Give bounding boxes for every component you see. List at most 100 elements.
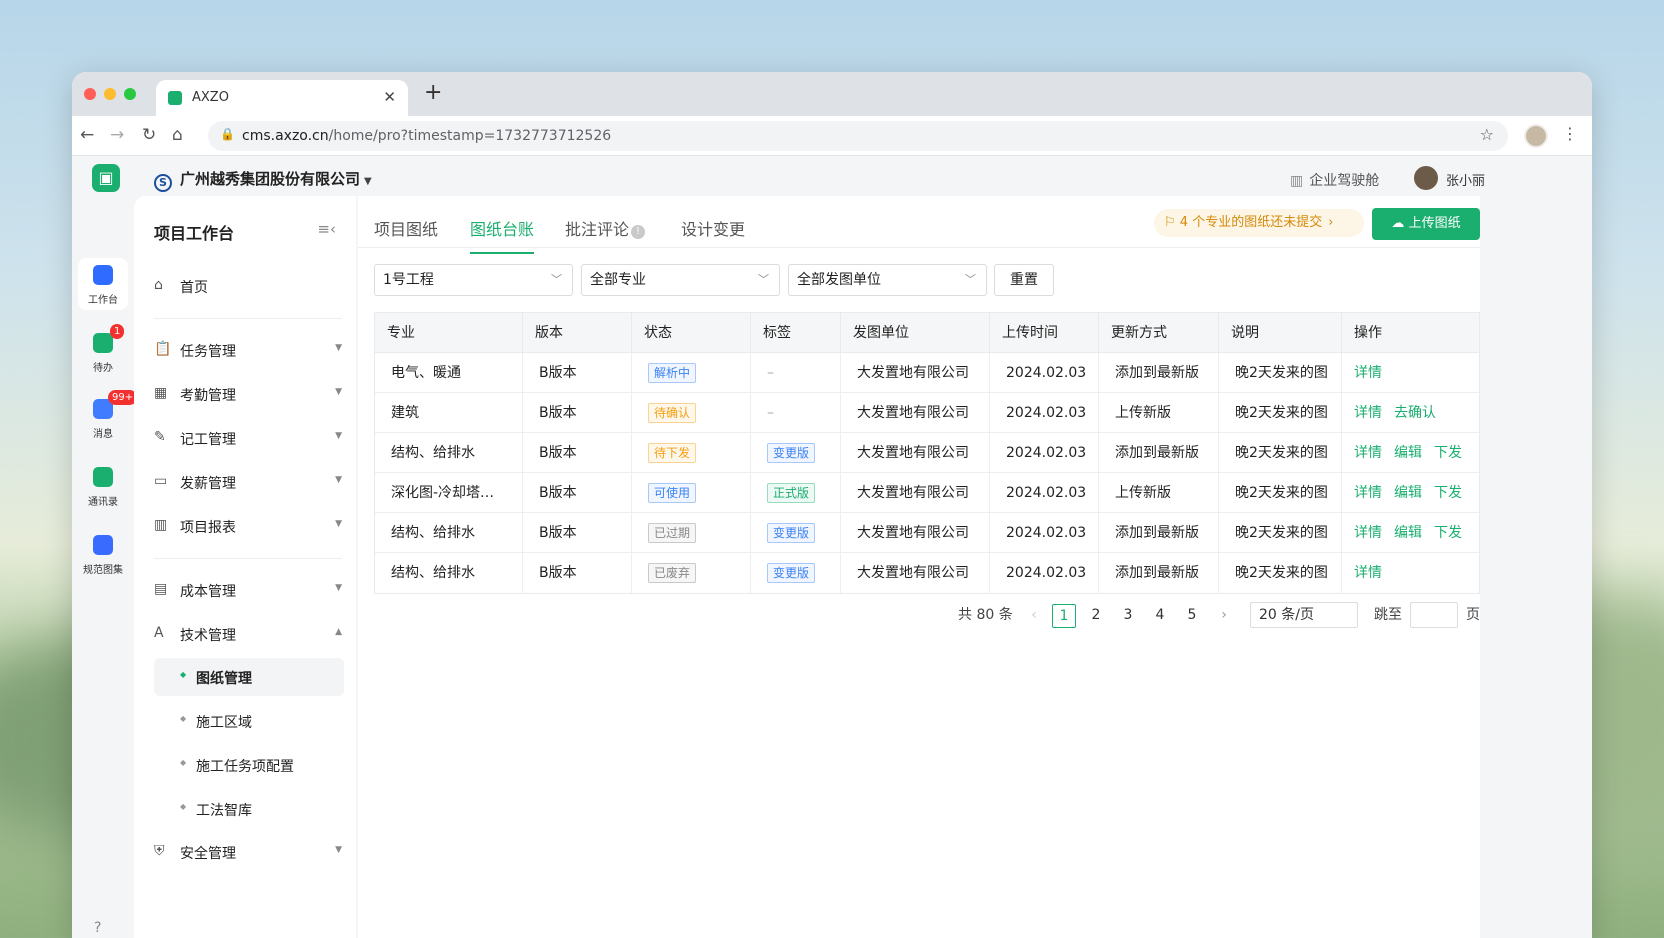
action-link[interactable]: 下发 [1434, 525, 1462, 541]
sidebar-item-safety[interactable]: ⛨ 安全管理 ▼ [154, 832, 344, 872]
table-body: 电气、暖通 B版本 解析中 – 大发置地有限公司 2024.02.03 添加到最新版 晚2天发… [375, 353, 1479, 593]
page-button[interactable]: 5 [1180, 604, 1204, 628]
profile-avatar[interactable] [1524, 124, 1548, 148]
user-avatar[interactable] [1414, 166, 1438, 190]
tab-comments[interactable]: 批注评论! [565, 216, 646, 240]
browser-tab[interactable]: AXZO ✕ [156, 80, 408, 116]
action-link[interactable]: 下发 [1434, 445, 1462, 461]
cell-actions: 详情 [1342, 553, 1481, 593]
discipline-select[interactable]: 全部专业 ﹀ [581, 264, 780, 296]
cell-actions: 详情 编辑 下发 [1342, 513, 1481, 553]
sidebar-item-label: 安全管理 [180, 846, 236, 862]
url-field[interactable]: 🔒 cms.axzo.cn/home/pro?timestamp=1732773… [208, 121, 1508, 151]
close-window-button[interactable] [84, 88, 96, 100]
rail-item-workbench[interactable]: 工作台 [78, 258, 128, 310]
page-button[interactable]: 3 [1116, 604, 1140, 628]
company-selector[interactable]: S 广州越秀集团股份有限公司 ▼ [154, 168, 372, 192]
sidebar-item-worklog[interactable]: ✎ 记工管理 ▼ [154, 418, 344, 458]
cell-status: 解析中 [632, 353, 751, 393]
rail-label: 消息 [93, 429, 113, 440]
rail-item-contacts[interactable]: 通讯录 [78, 460, 128, 512]
rail-item-messages[interactable]: 消息 99+ [78, 390, 138, 444]
action-link[interactable]: 详情 [1354, 445, 1382, 461]
new-tab-icon[interactable]: + [424, 80, 442, 105]
rail-item-standards[interactable]: 规范图集 [78, 528, 128, 580]
sidebar-item-label: 首页 [180, 280, 208, 296]
upload-drawing-button[interactable]: ☁ 上传图纸 [1372, 208, 1480, 240]
back-icon[interactable]: ← [80, 125, 94, 145]
action-link[interactable]: 去确认 [1394, 405, 1436, 421]
help-icon[interactable]: ? [94, 920, 101, 936]
project-select[interactable]: 1号工程 ﹀ [374, 264, 573, 296]
close-tab-icon[interactable]: ✕ [383, 88, 396, 106]
app-logo-icon[interactable]: ▣ [92, 164, 120, 192]
cockpit-link[interactable]: ▥ 企业驾驶舱 [1290, 170, 1379, 190]
chevron-up-icon: ▲ [335, 627, 342, 637]
cell-method: 添加到最新版 [1099, 553, 1219, 593]
sidebar-item-label: 成本管理 [180, 584, 236, 600]
table-row: 结构、给排水 B版本 已废弃 变更版 大发置地有限公司 2024.02.03 添加到最新版晚… [375, 553, 1479, 593]
home-icon[interactable]: ⌂ [172, 125, 183, 145]
action-link[interactable]: 详情 [1354, 565, 1382, 581]
minimize-window-button[interactable] [104, 88, 116, 100]
action-link[interactable]: 下发 [1434, 485, 1462, 501]
cell-version: B版本 [523, 473, 632, 513]
pending-notice[interactable]: ⚐ 4 个专业的图纸还未提交 › [1154, 209, 1364, 237]
action-link[interactable]: 编辑 [1394, 445, 1422, 461]
cell-time: 2024.02.03 [990, 553, 1099, 593]
bullet-icon: ◆ [180, 714, 187, 723]
status-badge: 解析中 [648, 363, 697, 383]
sidebar-item-home[interactable]: ⌂ 首页 [154, 266, 344, 306]
sidebar-item-cost[interactable]: ▤ 成本管理 ▼ [154, 570, 344, 610]
upload-label: 上传图纸 [1408, 216, 1461, 231]
user-name[interactable]: 张小丽 [1446, 170, 1485, 189]
cell-version: B版本 [523, 393, 632, 433]
sidebar-item-label: 技术管理 [180, 628, 236, 644]
next-page-icon[interactable]: › [1212, 604, 1236, 628]
sidebar-subitem-drawings[interactable]: ◆ 图纸管理 [154, 658, 344, 696]
sidebar-subitem-methods[interactable]: ◆ 工法智库 [154, 790, 344, 828]
cell-status: 待确认 [632, 393, 751, 433]
reset-button[interactable]: 重置 [994, 264, 1054, 296]
sidebar-item-tech[interactable]: A 技术管理 ▲ [154, 614, 344, 654]
jump-page-input[interactable] [1410, 602, 1458, 628]
forward-icon[interactable]: → [110, 125, 124, 145]
tab-label: 批注评论 [565, 220, 630, 239]
page-button[interactable]: 2 [1084, 604, 1108, 628]
page-button[interactable]: 1 [1052, 604, 1076, 628]
collapse-sidebar-icon[interactable]: ≡‹ [317, 220, 336, 238]
action-link[interactable]: 详情 [1354, 405, 1382, 421]
sidebar-item-tasks[interactable]: 📋 任务管理 ▼ [154, 330, 344, 370]
cell-unit: 大发置地有限公司 [841, 433, 990, 473]
cell-discipline: 电气、暖通 [375, 353, 523, 393]
action-link[interactable]: 编辑 [1394, 525, 1422, 541]
reload-icon[interactable]: ↻ [142, 125, 156, 145]
sidebar-item-payroll[interactable]: ▭ 发薪管理 ▼ [154, 462, 344, 502]
sidebar-item-reports[interactable]: ▥ 项目报表 ▼ [154, 506, 344, 546]
action-link[interactable]: 详情 [1354, 525, 1382, 541]
unit-select-value: 全部发图单位 [797, 272, 881, 288]
browser-menu-icon[interactable]: ⋮ [1562, 124, 1578, 143]
version-tag: 变更版 [767, 563, 816, 583]
maximize-window-button[interactable] [124, 88, 136, 100]
cell-method: 添加到最新版 [1099, 513, 1219, 553]
tab-design-changes[interactable]: 设计变更 [681, 216, 745, 240]
tab-project-drawings[interactable]: 项目图纸 [374, 216, 438, 240]
status-badge: 可使用 [648, 483, 697, 503]
cell-unit: 大发置地有限公司 [841, 353, 990, 393]
action-link[interactable]: 详情 [1354, 365, 1382, 381]
page-button[interactable]: 4 [1148, 604, 1172, 628]
sidebar-subitem-areas[interactable]: ◆ 施工区域 [154, 702, 344, 740]
prev-page-icon[interactable]: ‹ [1022, 604, 1046, 628]
rail-item-todo[interactable]: 待办 1 [78, 324, 128, 378]
url-path: /home/pro?timestamp=1732773712526 [328, 128, 612, 144]
tab-drawing-ledger[interactable]: 图纸台账 [470, 216, 535, 254]
action-link[interactable]: 详情 [1354, 485, 1382, 501]
sidebar-item-attendance[interactable]: ▦ 考勤管理 ▼ [154, 374, 344, 414]
sidebar-subitem-task-config[interactable]: ◆ 施工任务项配置 [154, 746, 344, 784]
unit-select[interactable]: 全部发图单位 ﹀ [788, 264, 987, 296]
action-link[interactable]: 编辑 [1394, 485, 1422, 501]
bookmark-star-icon[interactable]: ☆ [1480, 125, 1494, 144]
page-size-select[interactable]: 20 条/页 [1250, 602, 1358, 628]
sidebar-divider [154, 558, 342, 559]
